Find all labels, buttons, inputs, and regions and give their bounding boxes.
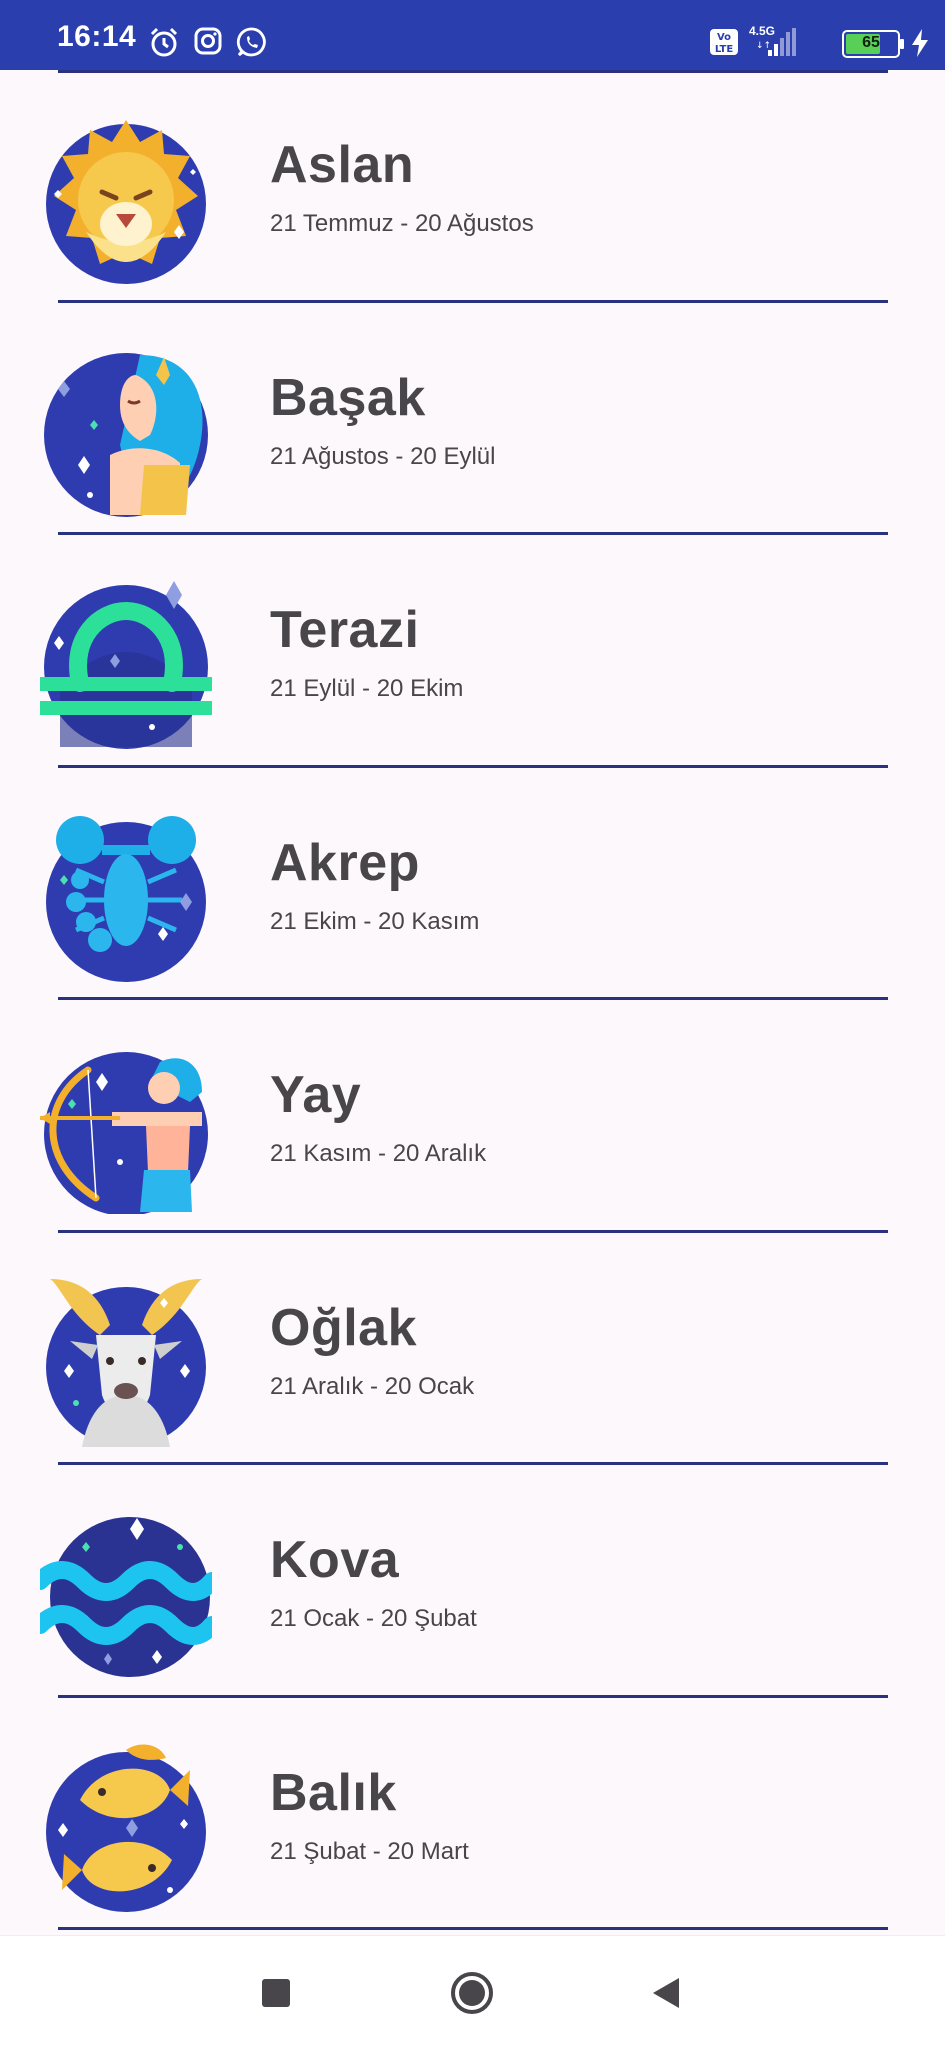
goat-icon	[46, 1278, 206, 1447]
recents-button[interactable]	[246, 1936, 306, 2049]
svg-text:Vo: Vo	[717, 32, 731, 43]
list-item-kova[interactable]: Kova 21 Ocak - 20 Şubat	[0, 1465, 945, 1698]
sign-name: Balık	[270, 1763, 397, 1822]
list-item-oglak[interactable]: Oğlak 21 Aralık - 20 Ocak	[0, 1233, 945, 1465]
whatsapp-icon	[236, 27, 266, 57]
aquarius-icon	[40, 1517, 212, 1677]
sign-name: Terazi	[270, 601, 420, 659]
sign-dates: 21 Kasım - 20 Aralık	[270, 1140, 487, 1167]
sign-name: Yay	[270, 1066, 362, 1124]
item-divider	[58, 1927, 888, 1930]
sign-dates: 21 Temmuz - 20 Ağustos	[270, 210, 534, 237]
sign-name: Başak	[270, 368, 426, 427]
sign-dates: 21 Ağustos - 20 Eylül	[270, 442, 496, 470]
zodiac-list: Aslan 21 Temmuz - 20 Ağustos Başak 21 Ağ…	[0, 70, 945, 1930]
list-item-aslan[interactable]: Aslan 21 Temmuz - 20 Ağustos	[0, 70, 945, 303]
sign-dates: 21 Aralık - 20 Ocak	[270, 1372, 475, 1400]
fish-icon	[46, 1743, 206, 1912]
signal-icon: ↓↑	[756, 28, 796, 56]
instagram-icon	[194, 27, 222, 55]
battery-icon: 65	[842, 30, 904, 58]
status-bar: 16:14 Vo LTE 4.5G ↓↑ 65	[0, 0, 945, 70]
lion-icon	[46, 120, 206, 284]
list-item-terazi[interactable]: Terazi 21 Eylül - 20 Ekim	[0, 535, 945, 768]
back-button[interactable]	[636, 1936, 696, 2049]
sign-dates: 21 Şubat - 20 Mart	[270, 1837, 469, 1865]
sign-name: Aslan	[270, 136, 415, 194]
alarm-icon	[150, 27, 178, 57]
svg-text:↓↑: ↓↑	[756, 41, 771, 51]
volte-icon: Vo LTE	[710, 29, 738, 55]
svg-text:LTE: LTE	[715, 44, 734, 55]
back-icon	[653, 1977, 679, 2008]
sign-name: Kova	[270, 1531, 400, 1589]
home-icon	[451, 1971, 493, 2014]
sign-dates: 21 Ekim - 20 Kasım	[270, 907, 480, 935]
list-item-akrep[interactable]: Akrep 21 Ekim - 20 Kasım	[0, 768, 945, 1000]
charging-icon	[912, 29, 928, 57]
list-item-yay[interactable]: Yay 21 Kasım - 20 Aralık	[0, 1000, 945, 1233]
sign-dates: 21 Ocak - 20 Şubat	[270, 1605, 477, 1632]
scorpion-icon	[46, 815, 206, 982]
sign-dates: 21 Eylül - 20 Ekim	[270, 675, 464, 702]
status-time: 16:14	[57, 20, 137, 53]
recents-icon	[262, 1978, 290, 2007]
battery-level: 65	[862, 34, 880, 51]
sign-name: Oğlak	[270, 1298, 417, 1357]
home-button[interactable]	[442, 1936, 502, 2049]
navigation-bar	[0, 1935, 945, 2049]
virgo-icon	[44, 352, 208, 517]
archer-icon	[40, 1052, 208, 1214]
list-item-balik[interactable]: Balık 21 Şubat - 20 Mart	[0, 1698, 945, 1930]
list-item-basak[interactable]: Başak 21 Ağustos - 20 Eylül	[0, 303, 945, 535]
sign-name: Akrep	[270, 833, 420, 892]
libra-icon	[40, 581, 212, 749]
